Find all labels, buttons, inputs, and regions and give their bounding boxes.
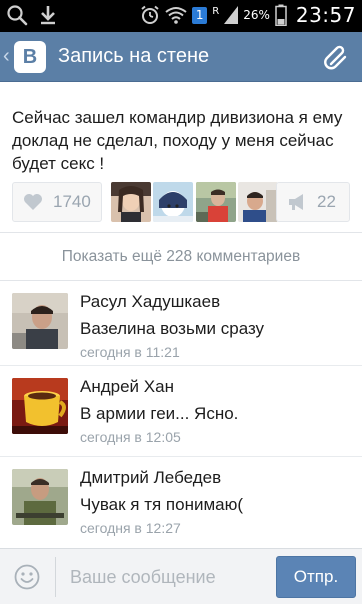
comment-text: Чувак я тя понимаю( <box>80 495 244 514</box>
comment-item[interactable]: Дмитрий Лебедев Чувак я тя понимаю( сего… <box>0 457 362 541</box>
comment-item[interactable]: Андрей Хан В армии геи... Ясно. сегодня … <box>0 366 362 450</box>
clock: 23:57 <box>295 3 356 27</box>
back-chevron-icon[interactable]: ‹ <box>3 45 10 68</box>
emoji-icon[interactable] <box>14 564 40 590</box>
network-type: R <box>212 5 220 17</box>
vk-logo-letter: В <box>22 45 38 68</box>
download-icon <box>41 6 55 25</box>
send-button[interactable]: Отпр. <box>276 556 356 598</box>
notification-badge: 1 <box>192 6 208 24</box>
signal-icon <box>224 6 239 24</box>
like-count: 1740 <box>53 192 91 211</box>
show-more-comments-link[interactable]: Показать ещё 228 комментариев <box>0 234 362 280</box>
heart-icon <box>24 194 42 210</box>
alarm-icon <box>141 5 159 24</box>
repost-button[interactable]: 22 <box>276 182 350 222</box>
liker-avatar[interactable] <box>238 182 278 222</box>
post-actions: 1740 22 <box>12 182 350 222</box>
liker-avatar[interactable] <box>111 182 151 222</box>
comment-author[interactable]: Андрей Хан <box>80 377 174 397</box>
repost-count: 22 <box>317 192 336 211</box>
comment-author[interactable]: Дмитрий Лебедев <box>80 468 221 488</box>
avatar[interactable] <box>12 293 68 349</box>
liker-avatar[interactable] <box>153 182 193 222</box>
message-input[interactable] <box>58 557 268 597</box>
battery-icon <box>275 4 287 26</box>
avatar[interactable] <box>12 378 68 434</box>
comment-text: Вазелина возьми сразу <box>80 319 265 338</box>
wifi-icon <box>165 7 187 24</box>
megaphone-icon <box>289 194 303 210</box>
page-title: Запись на стене <box>58 45 210 67</box>
comment-text: В армии геи... Ясно. <box>80 404 239 423</box>
post-text: Сейчас зашел командир дивизиона я ему до… <box>12 108 343 173</box>
paperclip-icon[interactable] <box>322 43 350 71</box>
comment-time: сегодня в 11:21 <box>80 344 180 360</box>
comment-time: сегодня в 12:27 <box>80 520 181 536</box>
comment-author[interactable]: Расул Хадушкаев <box>80 292 220 312</box>
avatar[interactable] <box>12 469 68 525</box>
like-button[interactable]: 1740 <box>12 182 102 222</box>
comment-item[interactable]: Расул Хадушкаев Вазелина возьми сразу се… <box>0 281 362 365</box>
message-composer: Отпр. <box>0 548 362 604</box>
divider <box>0 232 362 233</box>
status-bar: 1 R 26% 23:57 <box>0 0 362 32</box>
vk-logo[interactable]: В <box>14 41 46 73</box>
comment-time: сегодня в 12:05 <box>80 429 181 445</box>
divider <box>55 557 56 597</box>
search-icon <box>7 5 28 26</box>
app-header: ‹ В Запись на стене <box>0 32 362 82</box>
liker-avatar[interactable] <box>196 182 236 222</box>
battery-percent: 26% <box>243 8 270 22</box>
